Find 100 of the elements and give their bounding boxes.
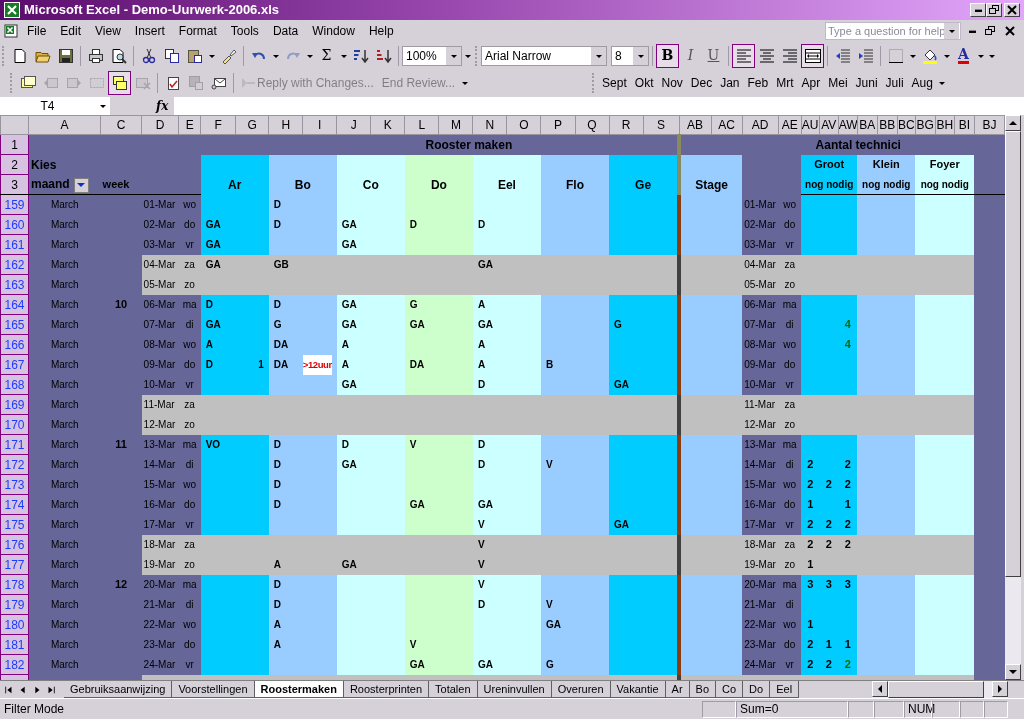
month-button[interactable]: Jan bbox=[716, 70, 744, 95]
row-header[interactable]: 179 bbox=[0, 594, 29, 615]
menu-item[interactable]: Format bbox=[171, 22, 224, 40]
month-button[interactable]: Okt bbox=[630, 70, 658, 95]
column-header[interactable]: Q bbox=[575, 115, 610, 135]
last-sheet-icon[interactable] bbox=[46, 684, 56, 695]
month-button[interactable]: Feb bbox=[743, 70, 773, 95]
menu-item[interactable]: Window bbox=[305, 22, 362, 40]
row-header[interactable]: 177 bbox=[0, 554, 29, 575]
column-header[interactable]: L bbox=[404, 115, 439, 135]
vertical-scrollbar[interactable] bbox=[1005, 115, 1021, 680]
month-button[interactable]: Juli bbox=[881, 70, 908, 95]
row-header[interactable]: 170 bbox=[0, 414, 29, 435]
minimize-button[interactable] bbox=[970, 3, 986, 17]
scroll-thumb[interactable] bbox=[1005, 131, 1021, 577]
column-header[interactable]: I bbox=[302, 115, 337, 135]
column-header[interactable]: AB bbox=[679, 115, 712, 135]
filter-button[interactable] bbox=[73, 177, 89, 193]
next-sheet-icon[interactable] bbox=[32, 684, 42, 695]
scroll-right-button[interactable] bbox=[992, 681, 1008, 697]
column-header[interactable]: O bbox=[506, 115, 541, 135]
merge-center-button[interactable] bbox=[801, 43, 824, 68]
column-header[interactable]: D bbox=[141, 115, 179, 135]
row-header[interactable]: 181 bbox=[0, 634, 29, 655]
column-header[interactable]: J bbox=[336, 115, 371, 135]
row-header[interactable]: 165 bbox=[0, 314, 29, 335]
sheet-tab[interactable]: Roostermaken bbox=[253, 681, 344, 698]
column-header[interactable]: K bbox=[370, 115, 405, 135]
menu-item[interactable]: Help bbox=[361, 22, 401, 40]
name-box[interactable]: T4 bbox=[0, 96, 110, 115]
month-button[interactable]: Nov bbox=[657, 70, 687, 95]
close-icon[interactable] bbox=[1004, 25, 1016, 37]
menu-item[interactable]: Tools bbox=[223, 22, 266, 40]
autosum-button[interactable]: Σ bbox=[315, 43, 338, 68]
month-button[interactable]: Mei bbox=[824, 70, 852, 95]
row-header[interactable]: 169 bbox=[0, 394, 29, 415]
horizontal-scrollbar[interactable] bbox=[872, 681, 1008, 698]
column-header[interactable]: N bbox=[472, 115, 507, 135]
minimize-icon[interactable] bbox=[969, 29, 976, 33]
restore-button[interactable] bbox=[986, 3, 1002, 17]
row-header[interactable]: 163 bbox=[0, 274, 29, 295]
font-dropdown[interactable]: Arial Narrow bbox=[481, 45, 607, 66]
row-header[interactable]: 171 bbox=[0, 434, 29, 455]
row-header[interactable]: 180 bbox=[0, 614, 29, 635]
underline-button[interactable]: U bbox=[702, 43, 725, 68]
row-header[interactable]: 174 bbox=[0, 494, 29, 515]
month-button[interactable]: Aug bbox=[907, 70, 937, 95]
font-color-button[interactable]: A bbox=[952, 43, 975, 68]
row-header[interactable]: 161 bbox=[0, 234, 29, 255]
restore-icon[interactable] bbox=[984, 25, 996, 37]
row-header[interactable]: 175 bbox=[0, 514, 29, 535]
column-header[interactable]: AC bbox=[711, 115, 743, 135]
row-header[interactable]: 162 bbox=[0, 254, 29, 275]
row-header[interactable]: 2 bbox=[0, 154, 29, 175]
italic-button[interactable]: I bbox=[679, 43, 702, 68]
column-header[interactable]: R bbox=[609, 115, 644, 135]
menu-item[interactable]: Edit bbox=[53, 22, 89, 40]
bold-button[interactable]: B bbox=[656, 43, 679, 68]
row-header[interactable]: 1 bbox=[0, 134, 29, 155]
column-header[interactable]: P bbox=[540, 115, 575, 135]
row-header[interactable]: 160 bbox=[0, 214, 29, 235]
column-header[interactable]: H bbox=[268, 115, 303, 135]
menu-item[interactable]: File bbox=[20, 22, 54, 40]
sheet-tab[interactable]: Eel bbox=[769, 681, 800, 698]
column-header[interactable]: F bbox=[200, 115, 236, 135]
column-header[interactable]: G bbox=[235, 115, 269, 135]
menu-item[interactable]: Insert bbox=[127, 22, 172, 40]
row-header[interactable]: 178 bbox=[0, 574, 29, 595]
align-left-button[interactable] bbox=[732, 43, 755, 68]
zoom-dropdown[interactable]: 100% bbox=[402, 45, 462, 66]
column-header[interactable]: S bbox=[643, 115, 680, 135]
scroll-thumb[interactable] bbox=[888, 681, 985, 698]
row-header[interactable]: 164 bbox=[0, 294, 29, 315]
row-header[interactable]: 167 bbox=[0, 354, 29, 375]
column-header[interactable]: M bbox=[438, 115, 473, 135]
column-header[interactable]: E bbox=[178, 115, 201, 135]
scroll-down-button[interactable] bbox=[1005, 664, 1021, 680]
month-button[interactable]: Mrt bbox=[772, 70, 798, 95]
row-header[interactable]: 182 bbox=[0, 654, 29, 675]
column-header[interactable]: AD bbox=[742, 115, 779, 135]
row-header[interactable]: 176 bbox=[0, 534, 29, 555]
previous-sheet-icon[interactable] bbox=[18, 684, 28, 695]
formula-input-field[interactable] bbox=[174, 96, 1024, 115]
menu-item[interactable]: View bbox=[88, 22, 128, 40]
scroll-left-button[interactable] bbox=[872, 681, 889, 697]
row-header[interactable]: 173 bbox=[0, 474, 29, 495]
month-button[interactable]: Dec bbox=[686, 70, 717, 95]
first-sheet-icon[interactable] bbox=[4, 684, 14, 695]
month-button[interactable]: Sept bbox=[598, 70, 631, 95]
row-header[interactable]: 159 bbox=[0, 194, 29, 215]
column-header[interactable]: A bbox=[28, 115, 101, 135]
month-button[interactable]: Juni bbox=[851, 70, 882, 95]
show-all-comments-button[interactable] bbox=[108, 70, 131, 95]
close-button[interactable] bbox=[1004, 3, 1020, 17]
column-header[interactable]: AE bbox=[778, 115, 802, 135]
column-header[interactable]: BJ bbox=[974, 115, 1005, 135]
menu-item[interactable]: Data bbox=[265, 22, 306, 40]
scroll-up-button[interactable] bbox=[1005, 115, 1021, 131]
column-header[interactable]: C bbox=[100, 115, 142, 135]
row-header[interactable]: 166 bbox=[0, 334, 29, 355]
